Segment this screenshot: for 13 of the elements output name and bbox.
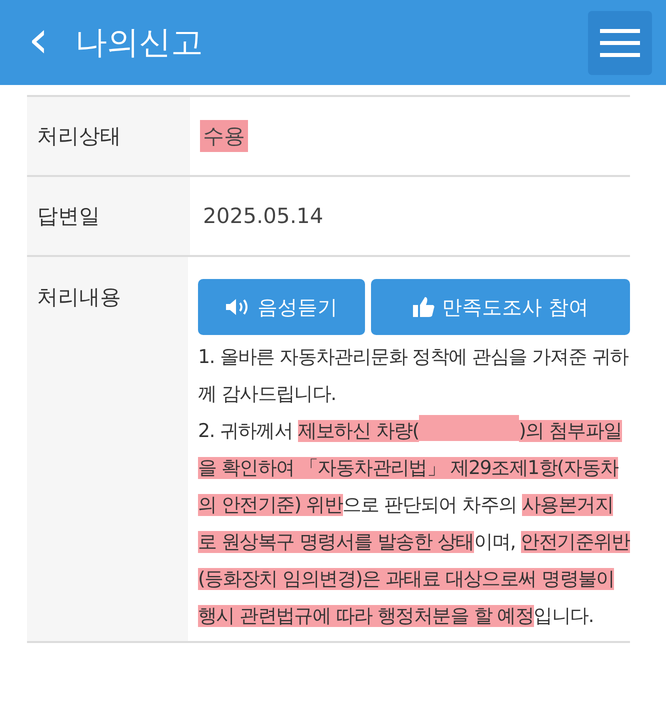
menu-button[interactable] [588, 10, 652, 74]
thumbs-up-icon [412, 296, 436, 318]
listen-button[interactable]: 음성듣기 [198, 279, 365, 335]
field-label: 처리상태 [37, 123, 121, 150]
menu-icon [600, 28, 640, 58]
survey-button[interactable]: 만족도조사 참여 [370, 279, 630, 335]
status-value: 수용 [200, 120, 248, 152]
field-label: 처리내용 [37, 284, 121, 311]
page-title: 나의신고 [74, 22, 204, 62]
field-label: 답변일 [37, 203, 100, 230]
date-value: 2025.05.14 [202, 203, 324, 230]
back-button[interactable]: ‹ [28, 14, 49, 66]
answer-text: 1. 올바른 자동차관리문화 정착에 관심을 가져준 귀하께 감사드립니다. 2. 귀하께서 제보하신 차량( )의 첨부파일을 확인하여 「자동차관리법」 제29조제1항(자동차의 안전기준) 위반으로 판단되어 차주의 사용본거지로 원상복구 명령서를 발송한 상태이며, 안전기준위반(등화장치 임의변경)은 과태료 대상으로써 명령불이행시 관련법규에 따라 행정처분을 할 예정입니다. [198, 345, 630, 629]
